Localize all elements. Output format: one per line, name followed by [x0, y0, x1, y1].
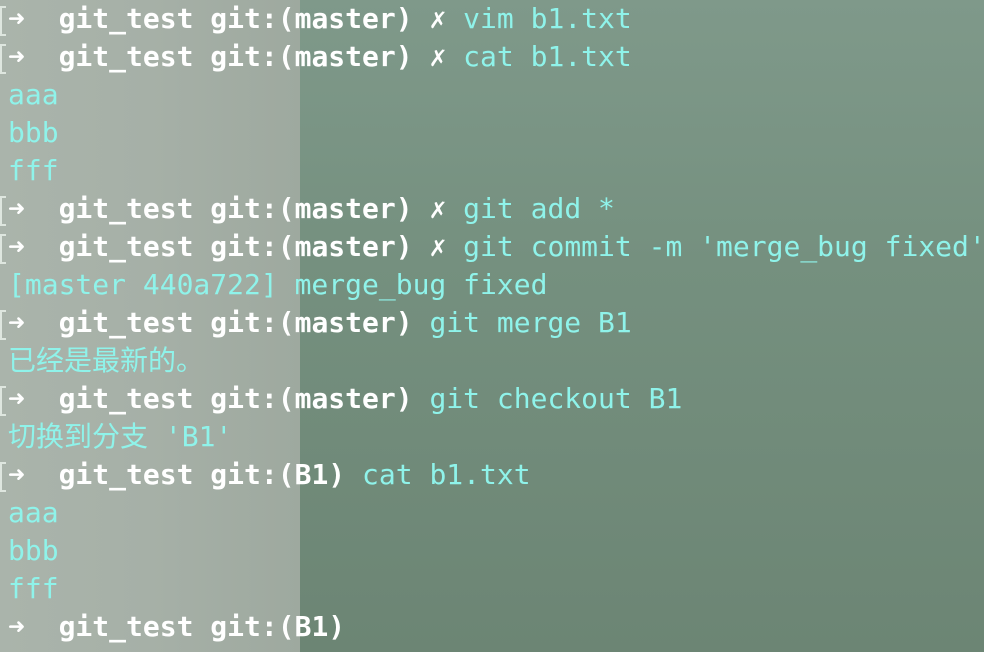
prompt-marker-icon	[0, 44, 6, 74]
command-text: git merge B1	[412, 306, 632, 339]
output-text: aaa	[8, 496, 59, 529]
output-line: bbb	[8, 532, 984, 570]
dirty-mark-icon: ✗	[412, 2, 447, 35]
prompt-line: ➜ git_test git:(master) ✗ git commit -m …	[0, 228, 984, 266]
prompt-line: ➜ git_test git:(master) git merge B1	[0, 304, 984, 342]
output-text: 切换到分支 'B1'	[8, 420, 233, 453]
output-line: fff	[8, 152, 984, 190]
command-text: vim b1.txt	[446, 2, 632, 35]
command-text: git add *	[446, 192, 615, 225]
prompt-git-branch: git:(master)	[210, 306, 413, 339]
prompt-line: ➜ git_test git:(master) git checkout B1	[0, 380, 984, 418]
prompt-git-branch: git:(B1)	[210, 610, 346, 643]
prompt-git-branch: git:(master)	[210, 2, 413, 35]
terminal-output[interactable]: ➜ git_test git:(master) ✗ vim b1.txt ➜ gi…	[0, 0, 984, 652]
output-text: fff	[8, 572, 59, 605]
prompt-line: ➜ git_test git:(B1) cat b1.txt	[0, 456, 984, 494]
prompt-line: ➜ git_test git:(B1)	[8, 608, 984, 646]
output-text: aaa	[8, 78, 59, 111]
prompt-git-branch: git:(master)	[210, 40, 413, 73]
dirty-mark-icon: ✗	[412, 230, 447, 263]
output-line: [master 440a722] merge_bug fixed	[8, 266, 984, 304]
prompt-arrow-icon: ➜	[8, 610, 59, 643]
output-text: fff	[8, 154, 59, 187]
prompt-marker-icon	[0, 310, 6, 340]
output-line: bbb	[8, 114, 984, 152]
prompt-marker-icon	[0, 462, 6, 492]
command-text: cat b1.txt	[446, 40, 632, 73]
output-line: aaa	[8, 76, 984, 114]
prompt-marker-icon	[0, 386, 6, 416]
command-text: git checkout B1	[412, 382, 683, 415]
output-text: [master 440a722] merge_bug fixed	[8, 268, 548, 301]
prompt-arrow-icon: ➜	[8, 2, 59, 35]
prompt-directory: git_test	[58, 382, 211, 415]
prompt-git-branch: git:(master)	[210, 230, 413, 263]
prompt-directory: git_test	[58, 2, 211, 35]
prompt-marker-icon	[0, 234, 6, 264]
prompt-marker-icon	[0, 6, 6, 36]
prompt-marker-icon	[0, 196, 6, 226]
output-text: 已经是最新的。	[8, 344, 205, 377]
prompt-arrow-icon: ➜	[8, 306, 59, 339]
output-line: fff	[8, 570, 984, 608]
output-text: bbb	[8, 116, 59, 149]
prompt-directory: git_test	[58, 610, 211, 643]
prompt-arrow-icon: ➜	[8, 230, 59, 263]
prompt-line: ➜ git_test git:(master) ✗ vim b1.txt	[0, 0, 984, 38]
prompt-arrow-icon: ➜	[8, 192, 59, 225]
dirty-mark-icon: ✗	[412, 192, 447, 225]
prompt-directory: git_test	[58, 230, 211, 263]
prompt-line: ➜ git_test git:(master) ✗ cat b1.txt	[0, 38, 984, 76]
prompt-directory: git_test	[58, 458, 211, 491]
prompt-git-branch: git:(B1)	[210, 458, 346, 491]
prompt-directory: git_test	[58, 192, 211, 225]
prompt-arrow-icon: ➜	[8, 382, 59, 415]
output-line: 已经是最新的。	[8, 342, 984, 380]
output-line: 切换到分支 'B1'	[8, 418, 984, 456]
prompt-directory: git_test	[58, 306, 211, 339]
prompt-git-branch: git:(master)	[210, 382, 413, 415]
prompt-line: ➜ git_test git:(master) ✗ git add *	[0, 190, 984, 228]
prompt-directory: git_test	[58, 40, 211, 73]
command-text: cat b1.txt	[345, 458, 531, 491]
prompt-arrow-icon: ➜	[8, 40, 59, 73]
output-line: aaa	[8, 494, 984, 532]
prompt-git-branch: git:(master)	[210, 192, 413, 225]
dirty-mark-icon: ✗	[412, 40, 447, 73]
command-text: git commit -m 'merge_bug fixed'	[446, 230, 984, 263]
output-text: bbb	[8, 534, 59, 567]
prompt-arrow-icon: ➜	[8, 458, 59, 491]
